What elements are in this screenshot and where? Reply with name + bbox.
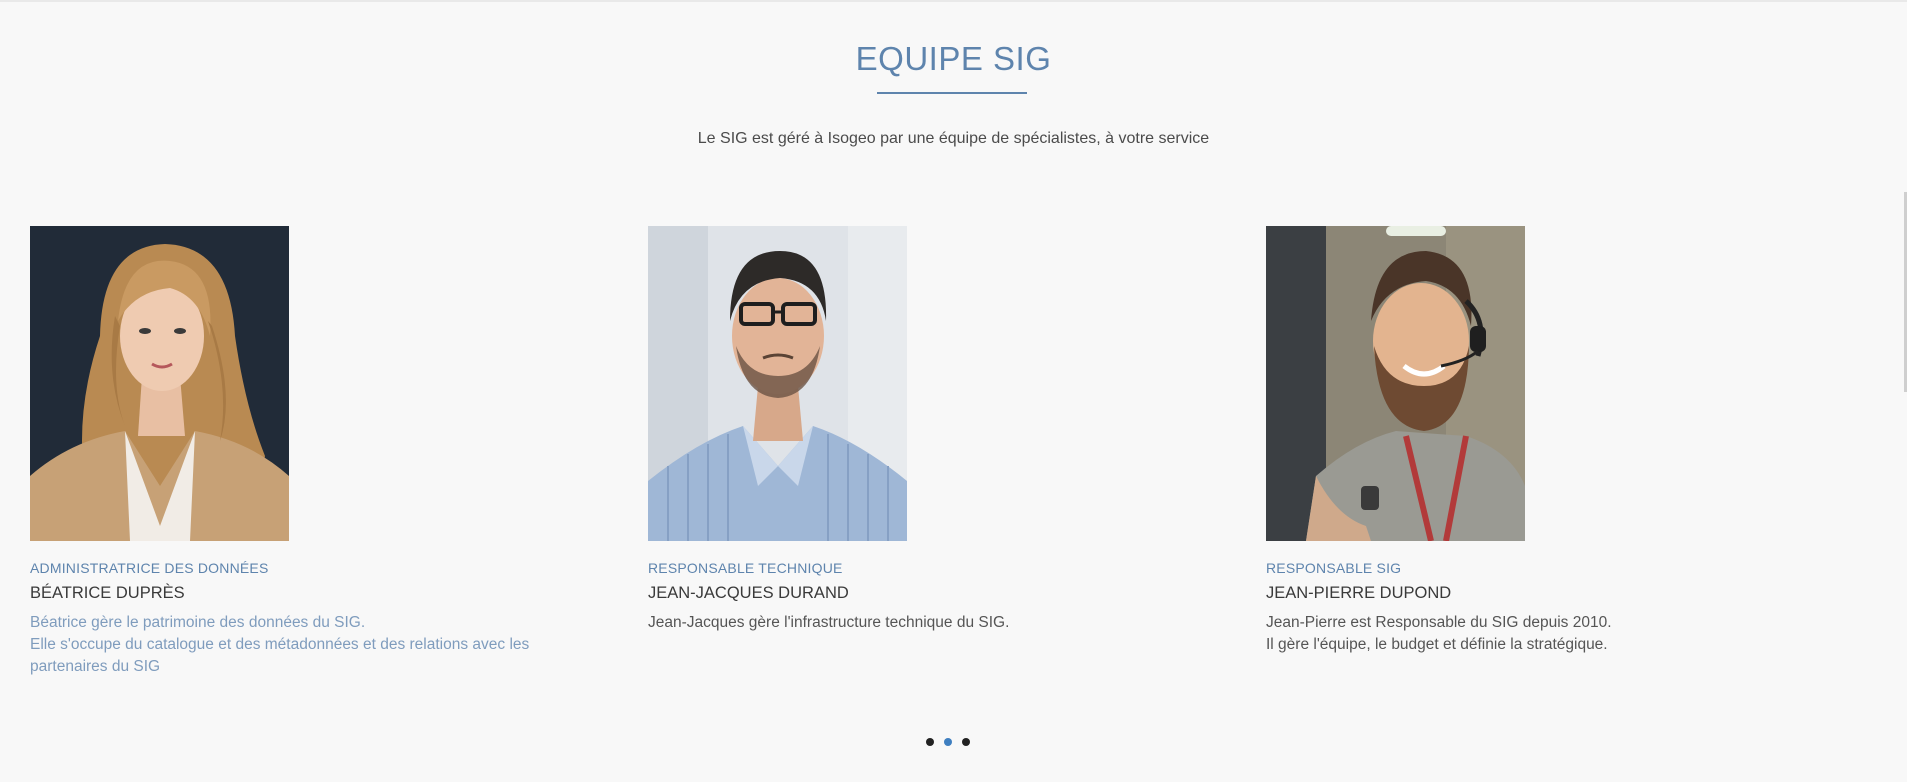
top-border [0,0,1907,2]
description-line: Béatrice gère le patrimoine des données … [30,614,366,631]
carousel-dot-active[interactable] [944,738,952,746]
description-line: Jean-Pierre est Responsable du SIG depui… [1266,614,1612,631]
member-role: ADMINISTRATRICE DES DONNÉES [30,560,269,576]
team-member-card: RESPONSABLE TECHNIQUE JEAN-JACQUES DURAN… [648,226,1208,634]
member-description: Jean-Jacques gère l'infrastructure techn… [648,612,1208,634]
member-name: JEAN-JACQUES DURAND [648,584,849,602]
member-name: JEAN-PIERRE DUPOND [1266,584,1452,602]
portrait-man-glasses-image [648,226,907,541]
carousel-dot[interactable] [926,738,934,746]
carousel-pagination [926,738,986,748]
section-title: EQUIPE SIG [855,40,1052,77]
member-name: BÉATRICE DUPRÈS [30,584,185,602]
team-member-card: RESPONSABLE SIG JEAN-PIERRE DUPOND Jean-… [1266,226,1826,656]
carousel-dot[interactable] [962,738,970,746]
member-photo [30,226,289,541]
section-subtitle: Le SIG est géré à Isogeo par une équipe … [697,130,1210,147]
title-underline [877,92,1027,94]
member-role: RESPONSABLE SIG [1266,560,1402,576]
portrait-man-headset-image [1266,226,1525,541]
member-photo [1266,226,1525,541]
member-description: Béatrice gère le patrimoine des données … [30,612,590,678]
description-line: Il gère l'équipe, le budget et définie l… [1266,636,1608,653]
team-member-card: ADMINISTRATRICE DES DONNÉES BÉATRICE DUP… [30,226,590,678]
description-line: Elle s'occupe du catalogue et des métado… [30,636,530,653]
member-role: RESPONSABLE TECHNIQUE [648,560,843,576]
description-line: partenaires du SIG [30,658,161,675]
description-line: Jean-Jacques gère l'infrastructure techn… [648,614,1010,631]
portrait-woman-image [30,226,289,541]
member-photo [648,226,907,541]
member-description: Jean-Pierre est Responsable du SIG depui… [1266,612,1826,656]
team-carousel: ADMINISTRATRICE DES DONNÉES BÉATRICE DUP… [0,226,1907,676]
